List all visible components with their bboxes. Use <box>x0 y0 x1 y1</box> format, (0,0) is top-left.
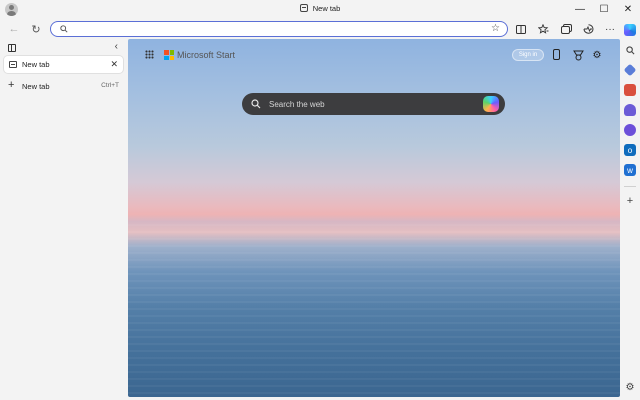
games-icon[interactable] <box>624 104 636 116</box>
page-settings-icon[interactable]: ⚙ <box>590 48 604 62</box>
tab-label: New tab <box>22 60 50 69</box>
maximize-button[interactable]: ☐ <box>592 0 616 19</box>
sidebar-settings-icon[interactable]: ⚙ <box>624 381 636 393</box>
web-search-box[interactable] <box>242 93 505 115</box>
tab-icon <box>299 4 308 12</box>
app-launcher-icon[interactable] <box>145 50 154 59</box>
title-bar: New tab — ☐ ✕ <box>0 0 640 19</box>
favorite-star-icon[interactable]: ☆ <box>491 23 500 34</box>
brand-label: Microsoft Start <box>177 50 236 60</box>
designer-icon[interactable]: w <box>624 164 636 176</box>
web-search-input[interactable] <box>269 97 469 111</box>
edge-sidebar: o w + ⚙ <box>620 19 640 400</box>
tab-new-tab[interactable]: New tab ✕ <box>4 56 123 73</box>
browser-essentials-icon[interactable] <box>580 21 596 37</box>
sign-in-button[interactable]: Sign in <box>512 49 544 61</box>
favorites-icon[interactable] <box>535 21 551 37</box>
window-title-text: New tab <box>312 4 341 13</box>
address-bar[interactable]: ☆ <box>50 21 508 37</box>
window-controls: — ☐ ✕ <box>568 0 640 19</box>
new-tab-button[interactable]: + New tab Ctrl+T <box>4 78 123 94</box>
back-button[interactable]: ← <box>6 21 22 37</box>
sidebar-divider <box>624 186 636 187</box>
office-icon[interactable] <box>624 124 636 136</box>
collapse-pane-icon[interactable]: ‹ <box>115 41 118 52</box>
address-input[interactable] <box>73 23 473 35</box>
add-sidebar-app-icon[interactable]: + <box>624 195 636 207</box>
tab-page-icon <box>9 61 17 68</box>
browser-toolbar: ← ↻ ☆ ··· <box>0 19 640 39</box>
new-tab-shortcut: Ctrl+T <box>101 82 119 89</box>
microsoft-logo-icon <box>164 50 174 60</box>
split-screen-icon[interactable] <box>513 21 529 37</box>
toolbox-icon[interactable] <box>624 84 636 96</box>
rewards-icon[interactable] <box>571 48 585 62</box>
outlook-icon[interactable]: o <box>624 144 636 156</box>
plus-icon: + <box>8 79 15 91</box>
collections-icon[interactable] <box>558 21 574 37</box>
search-icon <box>60 25 68 33</box>
minimize-button[interactable]: — <box>568 0 592 19</box>
more-options-icon[interactable]: ··· <box>602 21 618 37</box>
tabs-pane-header: ‹ <box>0 41 127 55</box>
copilot-sidebar-icon[interactable] <box>624 24 636 36</box>
window-title: New tab <box>0 4 640 13</box>
new-tab-label: New tab <box>22 82 50 91</box>
background-water <box>128 219 620 397</box>
shopping-tag-icon[interactable] <box>623 63 637 77</box>
close-tab-icon[interactable]: ✕ <box>110 59 118 70</box>
tab-actions-icon[interactable] <box>8 44 16 52</box>
copilot-icon[interactable] <box>483 96 499 112</box>
refresh-button[interactable]: ↻ <box>28 21 44 37</box>
vertical-tabs-pane: ‹ New tab ✕ + New tab Ctrl+T <box>0 39 127 400</box>
search-sidebar-icon[interactable] <box>624 44 636 56</box>
phone-icon[interactable] <box>553 49 560 60</box>
new-tab-page: Microsoft Start Sign in ⚙ <box>128 39 620 397</box>
close-window-button[interactable]: ✕ <box>616 0 640 19</box>
search-icon <box>251 99 261 109</box>
